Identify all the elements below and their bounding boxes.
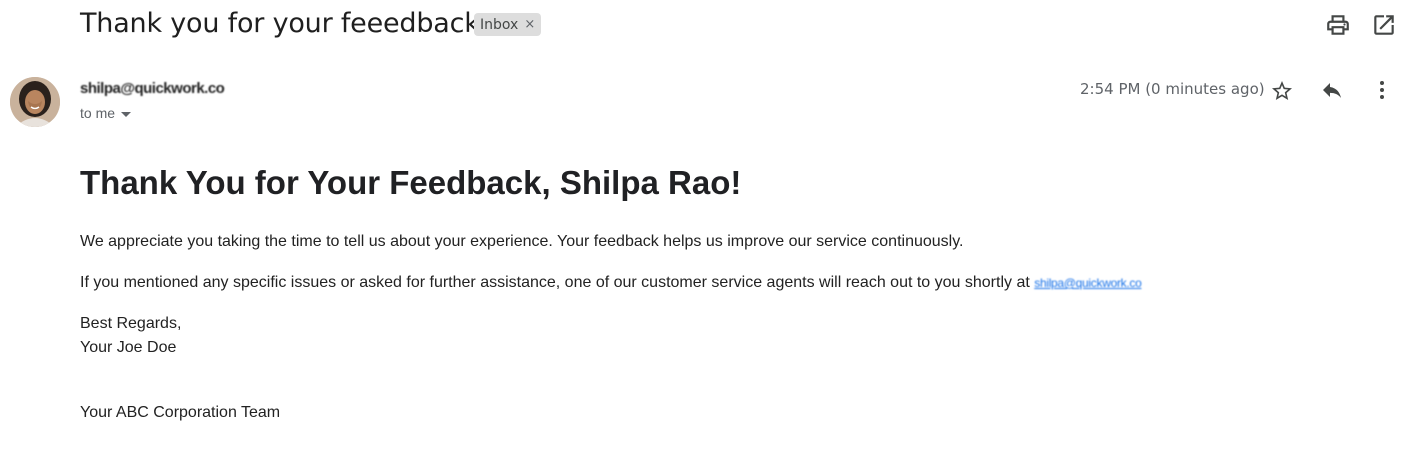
email-timestamp: 2:54 PM (0 minutes ago) (1080, 80, 1265, 98)
inbox-label-chip[interactable]: Inbox × (474, 13, 542, 36)
print-icon[interactable] (1325, 12, 1351, 38)
sender-address[interactable]: shilpa@quickwork.co (80, 80, 225, 97)
more-vertical-icon[interactable] (1370, 78, 1394, 102)
remove-label-icon[interactable]: × (524, 17, 535, 32)
paragraph-2-text: If you mentioned any specific issues or … (80, 274, 1030, 291)
signature-team: Your ABC Corporation Team (80, 404, 281, 421)
email-subject: Thank you for your feeedback.. (80, 8, 497, 39)
sender-avatar[interactable] (10, 77, 60, 127)
label-text: Inbox (480, 16, 519, 33)
customer-email-link[interactable]: shilpa@quickwork.co (1034, 276, 1142, 290)
closing-line: Best Regards, (80, 315, 182, 332)
signature-name: Your Joe Doe (80, 339, 177, 356)
body-paragraph-1: We appreciate you taking the time to tel… (80, 233, 964, 250)
recipient-text: to me (80, 105, 116, 121)
email-body-heading: Thank You for Your Feedback, Shilpa Rao! (80, 164, 742, 201)
body-paragraph-2: If you mentioned any specific issues or … (80, 274, 1142, 292)
chevron-down-icon[interactable] (121, 111, 132, 117)
open-in-new-window-icon[interactable] (1371, 12, 1397, 38)
recipient-details[interactable]: to me (80, 105, 132, 121)
reply-icon[interactable] (1320, 78, 1344, 102)
star-icon[interactable] (1270, 79, 1294, 103)
